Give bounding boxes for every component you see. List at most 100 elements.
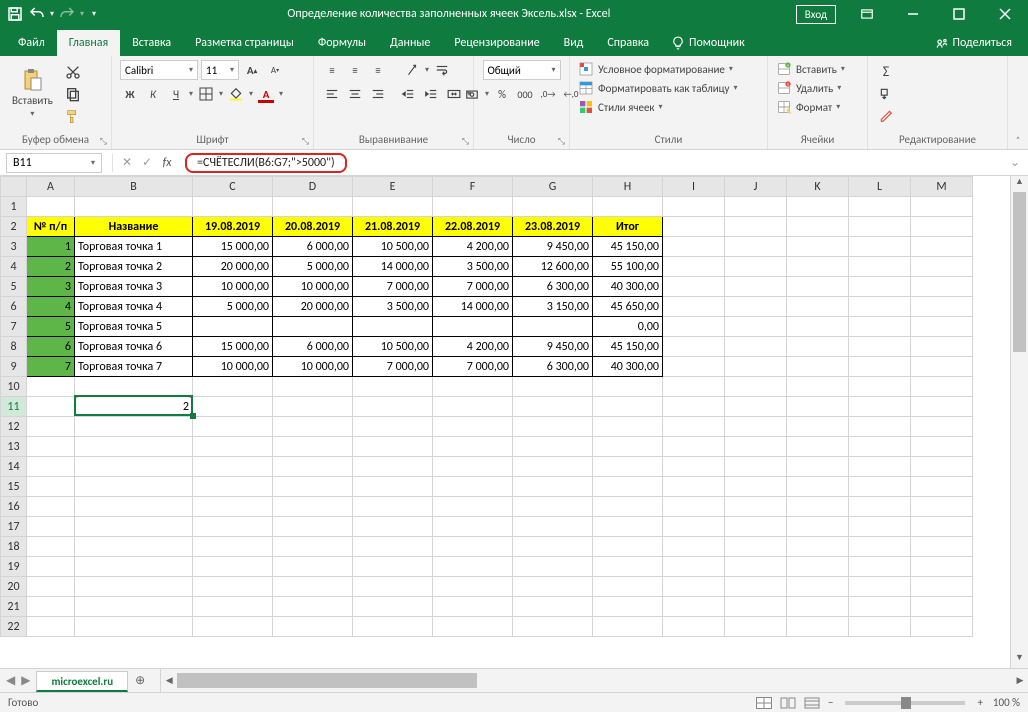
cell[interactable]: Торговая точка 5 (75, 317, 193, 337)
clear-icon[interactable] (876, 106, 896, 126)
decrease-indent-icon[interactable] (398, 84, 418, 104)
col-header[interactable]: M (911, 177, 973, 197)
fx-icon[interactable]: fx (157, 153, 177, 173)
cell[interactable]: 9 450,00 (513, 337, 593, 357)
autosum-icon[interactable]: Σ (876, 62, 896, 82)
cell[interactable]: 6 300,00 (513, 357, 593, 377)
increase-decimal-icon[interactable]: ,0→ (538, 84, 558, 104)
cell[interactable]: 4 200,00 (433, 337, 513, 357)
name-box[interactable]: B11▾ (6, 153, 102, 173)
cell[interactable]: 19.08.2019 (193, 217, 273, 237)
copy-icon[interactable] (63, 84, 83, 104)
cell[interactable]: 15 000,00 (193, 237, 273, 257)
select-all-corner[interactable] (1, 177, 27, 197)
align-middle-icon[interactable]: ≡ (345, 60, 365, 80)
cell[interactable]: 7 000,00 (433, 357, 513, 377)
row-header[interactable]: 17 (1, 517, 27, 537)
zoom-slider[interactable] (845, 701, 965, 705)
align-left-icon[interactable] (322, 84, 342, 104)
cell[interactable]: 5 000,00 (273, 257, 353, 277)
cell[interactable]: 4 200,00 (433, 237, 513, 257)
col-header[interactable]: H (593, 177, 663, 197)
scroll-right-icon[interactable]: ▶ (1012, 669, 1028, 692)
number-expand[interactable]: ⤡ (558, 136, 565, 147)
scroll-up-icon[interactable]: ▲ (1011, 176, 1028, 192)
cell[interactable]: 10 500,00 (353, 237, 433, 257)
conditional-formatting-button[interactable]: Условное форматирование▾ (578, 60, 733, 78)
cell[interactable] (193, 317, 273, 337)
cell[interactable]: 5 000,00 (193, 297, 273, 317)
cell[interactable]: 15 000,00 (193, 337, 273, 357)
cell[interactable]: Торговая точка 1 (75, 237, 193, 257)
col-header[interactable]: L (849, 177, 911, 197)
cell[interactable]: 20.08.2019 (273, 217, 353, 237)
row-header[interactable]: 8 (1, 337, 27, 357)
row-header[interactable]: 10 (1, 377, 27, 397)
bold-button[interactable]: Ж (120, 84, 140, 104)
redo-more[interactable]: ▾ (80, 9, 84, 19)
format-as-table-button[interactable]: Форматировать как таблицу▾ (578, 79, 738, 97)
cell[interactable]: 10 000,00 (193, 357, 273, 377)
align-bottom-icon[interactable]: ≡ (368, 60, 388, 80)
normal-view-icon[interactable] (753, 695, 775, 711)
cell[interactable]: Итог (593, 217, 663, 237)
font-expand[interactable]: ⤡ (302, 136, 309, 147)
signin-button[interactable]: Вход (796, 5, 836, 24)
row-header[interactable]: 14 (1, 457, 27, 477)
fill-color-icon[interactable] (226, 84, 246, 104)
collapse-ribbon-icon[interactable]: ˄ (1016, 135, 1020, 145)
cell[interactable]: 7 000,00 (353, 277, 433, 297)
cell[interactable]: Торговая точка 3 (75, 277, 193, 297)
comma-icon[interactable]: 000 (515, 84, 535, 104)
scroll-left-icon[interactable]: ◀ (161, 669, 177, 692)
cell[interactable]: 3 500,00 (433, 257, 513, 277)
align-center-icon[interactable] (345, 84, 365, 104)
tab-insert[interactable]: Вставка (120, 30, 183, 56)
tab-formulas[interactable]: Формулы (306, 30, 378, 56)
delete-cells-button[interactable]: ×Удалить▾ (776, 79, 841, 97)
merge-icon[interactable] (444, 84, 464, 104)
zoom-percent[interactable]: 100 % (993, 696, 1020, 709)
cell[interactable]: 45 650,00 (593, 297, 663, 317)
tab-home[interactable]: Главная (57, 30, 120, 56)
tab-review[interactable]: Рецензирование (442, 30, 551, 56)
underline-button[interactable]: Ч (166, 84, 186, 104)
cell[interactable]: 2 (27, 257, 75, 277)
cell[interactable] (513, 317, 593, 337)
cell[interactable]: 20 000,00 (273, 297, 353, 317)
font-name-select[interactable]: Calibri▾ (120, 60, 198, 80)
fill-handle[interactable] (190, 413, 196, 419)
row-header[interactable]: 2 (1, 217, 27, 237)
cut-icon[interactable] (63, 62, 83, 82)
row-header[interactable]: 9 (1, 357, 27, 377)
decrease-font-icon[interactable]: A▾ (265, 60, 285, 80)
number-format-select[interactable]: Общий▾ (483, 60, 561, 80)
horizontal-scrollbar[interactable]: ◀ ▶ (160, 669, 1028, 692)
cell[interactable] (353, 317, 433, 337)
scroll-thumb[interactable] (1013, 192, 1026, 352)
orientation-icon[interactable] (402, 60, 422, 80)
cell[interactable]: 21.08.2019 (353, 217, 433, 237)
cell[interactable]: 3 500,00 (353, 297, 433, 317)
col-header[interactable]: I (663, 177, 725, 197)
row-header[interactable]: 3 (1, 237, 27, 257)
col-header[interactable]: K (787, 177, 849, 197)
row-header[interactable]: 11 (1, 397, 27, 417)
cell[interactable]: 6 (27, 337, 75, 357)
ribbon-display-icon[interactable] (844, 0, 890, 28)
page-break-view-icon[interactable] (801, 695, 823, 711)
cell[interactable]: 3 150,00 (513, 297, 593, 317)
column-headers[interactable]: A B C D E F G H I J K L M (1, 177, 973, 197)
cell[interactable]: 23.08.2019 (513, 217, 593, 237)
vertical-scrollbar[interactable]: ▲ ▼ (1010, 176, 1028, 668)
cell[interactable]: 6 000,00 (273, 237, 353, 257)
align-right-icon[interactable] (368, 84, 388, 104)
cell-result[interactable]: 2 (75, 397, 193, 417)
add-sheet-icon[interactable]: ⊕ (128, 669, 152, 692)
tab-file[interactable]: Файл (6, 30, 57, 56)
tab-share[interactable]: Поделиться (925, 30, 1022, 56)
cell[interactable]: 55 100,00 (593, 257, 663, 277)
cell[interactable]: Торговая точка 6 (75, 337, 193, 357)
cell[interactable]: Название (75, 217, 193, 237)
row-header[interactable]: 16 (1, 497, 27, 517)
